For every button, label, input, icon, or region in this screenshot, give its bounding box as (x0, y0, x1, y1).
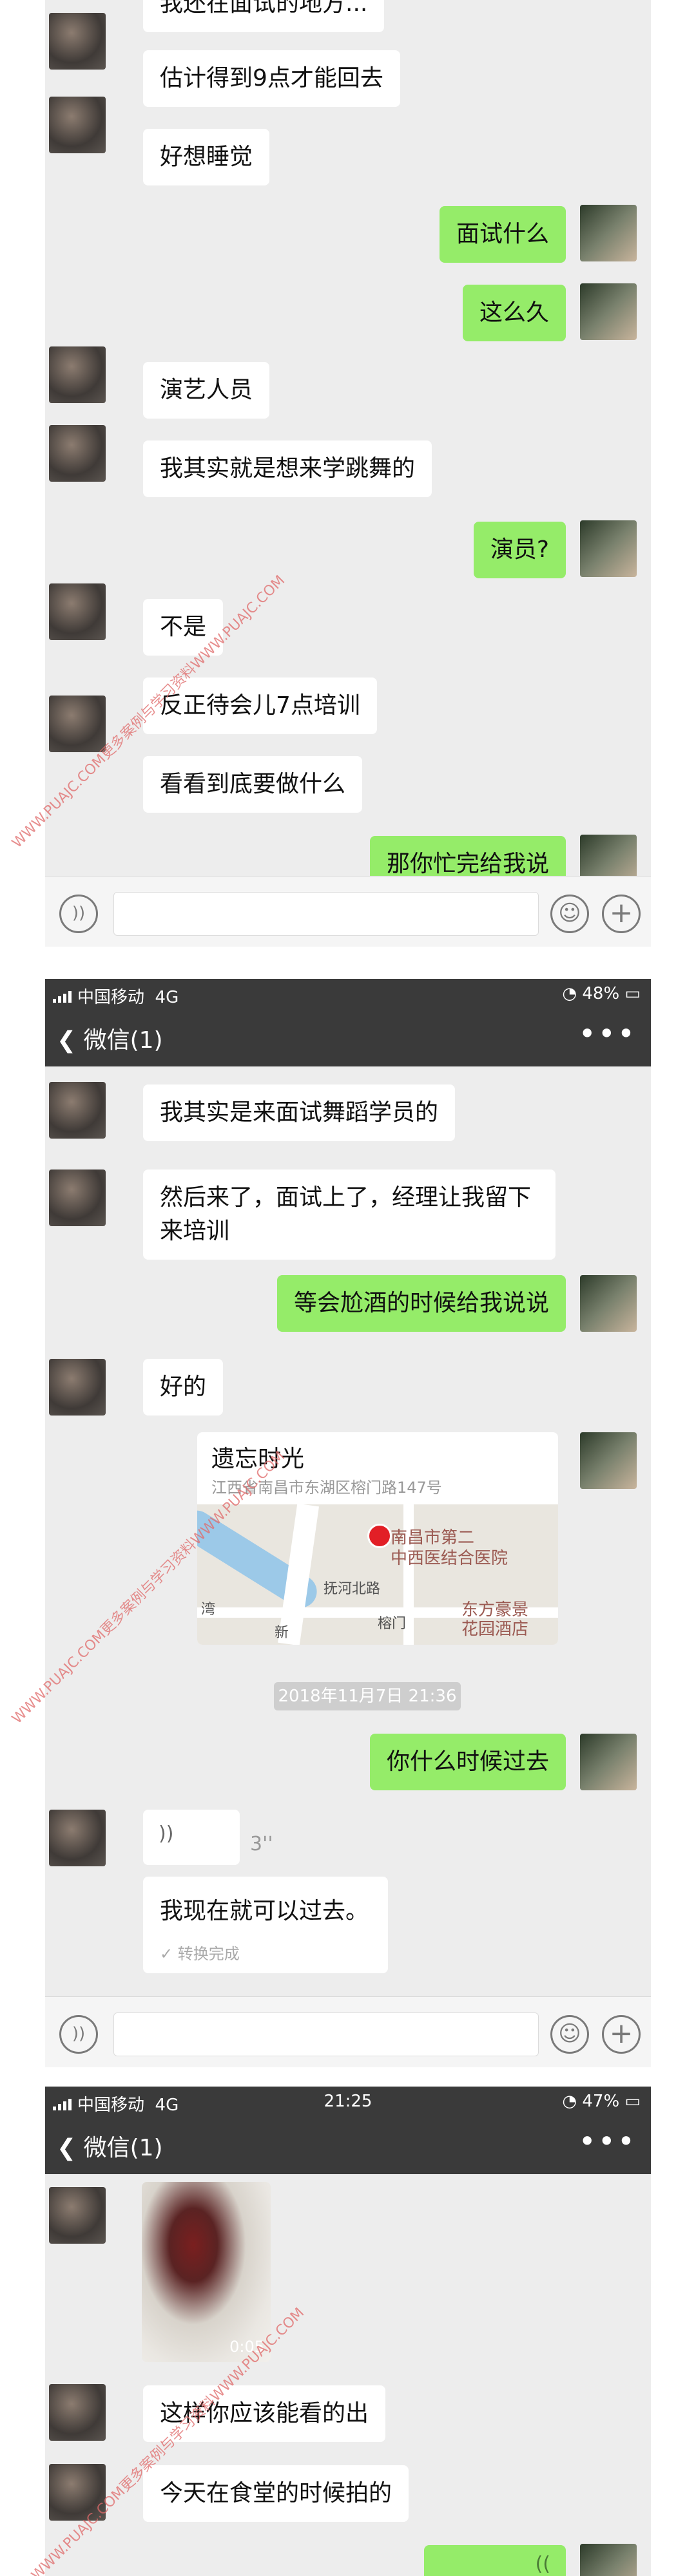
voice-transcript[interactable]: 我现在就可以过去。 ✓ 转换完成 (143, 1877, 388, 1973)
input-bar: )) ☺ + (45, 1996, 651, 2067)
map-label: 湾 (201, 1602, 216, 1618)
message-bubble[interactable]: 我其实是来面试舞蹈学员的 (143, 1084, 456, 1141)
message-bubble[interactable]: 好的 (143, 1359, 224, 1416)
contact-avatar[interactable] (49, 2384, 106, 2441)
battery-indicator: ◔ 48% ▭ (562, 984, 641, 1003)
contact-avatar[interactable] (49, 97, 106, 153)
signal-icon (53, 991, 73, 1003)
message-bubble[interactable]: 你什么时候过去 (369, 1734, 566, 1790)
battery-indicator: ◔ 47% ▭ (562, 2092, 641, 2111)
contact-avatar[interactable] (49, 1810, 106, 1866)
map-label: 南昌市第二 (391, 1528, 475, 1548)
status-bar: 中国移动 4G ◔ 48% ▭ (45, 979, 651, 1007)
map-label: 榕门 (378, 1616, 407, 1632)
map-pin-icon (367, 1524, 392, 1548)
voice-toggle-icon[interactable]: )) (59, 895, 98, 933)
video-message[interactable]: 0:05 (142, 2182, 271, 2362)
self-avatar[interactable] (580, 520, 637, 577)
voice-wave-icon: )) (159, 1823, 174, 1845)
message-bubble[interactable]: 这么久 (462, 285, 566, 341)
contact-avatar[interactable] (49, 13, 106, 70)
input-bar: )) ☺ + (45, 876, 651, 947)
message-bubble[interactable]: 今天在食堂的时候拍的 (143, 2465, 409, 2522)
map-label: 花园酒店 (461, 1620, 529, 1639)
contact-avatar[interactable] (49, 2187, 106, 2244)
more-icon[interactable]: ••• (579, 2124, 637, 2159)
map-label: 抚河北路 (324, 1581, 381, 1597)
self-avatar[interactable] (580, 1275, 637, 1332)
timestamp: 2018年11月7日 21:36 (274, 1682, 461, 1710)
transcript-status: ✓ 转换完成 (160, 1945, 240, 1963)
message-bubble[interactable]: 面试什么 (439, 206, 566, 263)
self-avatar[interactable] (580, 1432, 637, 1489)
contact-avatar[interactable] (49, 425, 106, 482)
chat-screen-2: 中国移动 4G ◔ 48% ▭ ❮ 微信(1) ••• 我其实是来面试舞蹈学员的… (45, 979, 651, 2067)
voice-message[interactable]: )) (143, 1810, 240, 1865)
map-label: 新 (275, 1625, 289, 1641)
status-bar: 中国移动 4G 21:25 ◔ 47% ▭ (45, 2087, 651, 2115)
location-map[interactable]: 南昌市第二 中西医结合医院 抚河北路 东方豪景 花园酒店 榕门 新 湾 (197, 1504, 558, 1645)
contact-avatar[interactable] (49, 583, 106, 640)
voice-toggle-icon[interactable]: )) (59, 2015, 98, 2054)
message-input[interactable] (113, 892, 539, 936)
message-bubble[interactable]: 演员? (473, 522, 566, 578)
carrier: 中国移动 4G (53, 984, 179, 1008)
back-button[interactable]: ❮ 微信(1) (57, 1021, 163, 1055)
contact-avatar[interactable] (49, 1082, 106, 1139)
more-icon[interactable]: ••• (579, 1016, 637, 1051)
nav-bar: ❮ 微信(1) ••• (45, 2115, 651, 2174)
self-avatar[interactable] (580, 1734, 637, 1790)
chat-screen-3: 中国移动 4G 21:25 ◔ 47% ▭ ❮ 微信(1) ••• 0:05 这… (45, 2087, 651, 2576)
map-label: 中西医结合医院 (391, 1549, 508, 1568)
location-card[interactable]: 遗忘时光 江西省南昌市东湖区榕门路147号 南昌市第二 中西医结合医院 抚河北路… (197, 1432, 558, 1645)
message-bubble[interactable]: 演艺人员 (143, 362, 270, 419)
contact-avatar[interactable] (49, 1170, 106, 1226)
chat-screen-1: 我还在面试的地方... 估计得到9点才能回去 好想睡觉 面试什么 这么久 演艺人… (45, 0, 651, 947)
contact-avatar[interactable] (49, 1359, 106, 1416)
nav-bar: ❮ 微信(1) ••• (45, 1007, 651, 1066)
message-bubble[interactable]: 好想睡觉 (143, 129, 270, 185)
plus-icon[interactable]: + (602, 895, 641, 933)
emoji-icon[interactable]: ☺ (550, 895, 589, 933)
plus-icon[interactable]: + (602, 2015, 641, 2054)
clock: 21:25 (324, 2092, 372, 2111)
emoji-icon[interactable]: ☺ (550, 2015, 589, 2054)
self-avatar[interactable] (580, 283, 637, 340)
message-bubble[interactable]: 我其实就是想来学跳舞的 (143, 440, 432, 497)
voice-duration: 3'' (250, 1833, 273, 1855)
self-avatar[interactable] (580, 2544, 637, 2576)
map-label: 东方豪景 (461, 1600, 529, 1620)
contact-avatar[interactable] (49, 346, 106, 403)
back-button[interactable]: ❮ 微信(1) (57, 2129, 163, 2163)
message-input[interactable] (113, 2012, 539, 2056)
message-bubble[interactable]: 看看到底要做什么 (143, 756, 363, 813)
contact-avatar[interactable] (49, 696, 106, 752)
voice-wave-icon: (( (535, 2553, 550, 2575)
self-avatar[interactable] (580, 205, 637, 261)
transcript-text: 我现在就可以过去。 (160, 1898, 369, 1924)
message-bubble[interactable]: 然后来了，面试上了，经理让我留下来培训 (143, 1170, 556, 1260)
message-bubble[interactable]: 估计得到9点才能回去 (143, 50, 400, 107)
voice-message[interactable]: (( (424, 2545, 566, 2576)
message-bubble[interactable]: 等会尬酒的时候给我说说 (276, 1275, 566, 1332)
message-bubble[interactable]: 我还在面试的地方... (143, 0, 385, 32)
